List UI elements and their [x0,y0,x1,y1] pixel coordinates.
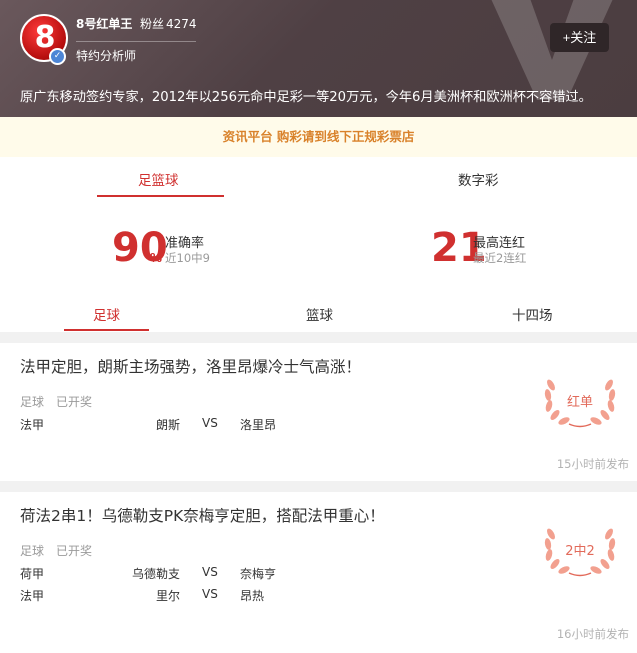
article-meta: 足球 已开奖 [20,542,104,559]
article-meta: 足球 已开奖 [20,393,104,410]
match-away: 洛里昂 [240,418,277,432]
expert-role: 特约分析师 [76,49,137,63]
article-title[interactable]: 荷法2串1！乌德勒支PK奈梅亨定胆，搭配法甲重心！ [20,504,385,526]
badge-text: 红单 [566,395,593,410]
subtab-football[interactable]: 足球 [93,304,120,324]
article-card[interactable]: 荷法2串1！乌德勒支PK奈梅亨定胆，搭配法甲重心！ 足球 已开奖 荷甲 乌德勒支 … [0,492,637,653]
match-league: 法甲 [20,418,45,432]
expert-name: 8号红单王 [76,17,133,31]
follow-button[interactable]: +关注 [550,23,609,52]
status-tag: 已开奖 [56,544,93,558]
active-tab-indicator [97,195,224,197]
sport-tag: 足球 [20,395,45,409]
status-tag: 已开奖 [56,395,93,409]
section-gap [0,481,637,492]
sport-tag: 足球 [20,544,45,558]
match-row: 法甲 朗斯 VS 洛里昂 [20,416,320,434]
verified-icon: ✓ [49,48,66,65]
publish-time: 15小时前发布 [556,457,629,471]
tab-digital-lottery[interactable]: 数字彩 [458,169,499,189]
divider [76,41,196,42]
match-row: 荷甲 乌德勒支 VS 奈梅亨 [20,565,320,583]
expert-intro: 原广东移动签约专家，2012年以256元命中足彩一等20万元，今年6月美洲杯和欧… [20,90,592,105]
tab-football-basketball[interactable]: 足篮球 [138,169,179,189]
match-home: 朗斯 [155,418,180,432]
accuracy-label: 准确率 [165,236,205,251]
match-home: 里尔 [155,589,180,603]
article-card[interactable]: 法甲定胆，朗斯主场强势，洛里昂爆冷士气高涨！ 足球 已开奖 法甲 朗斯 VS 洛里… [0,343,637,481]
fans-count: 粉丝 4274 [140,15,197,32]
accuracy-sub: 近10中9 [165,251,210,265]
result-badge: 红单 [541,377,619,429]
match-league: 荷甲 [20,567,45,581]
active-subtab-indicator [64,329,149,331]
fans-label: 粉丝 [140,17,165,31]
match-vs: VS [202,587,218,601]
primary-tabs: 足篮球 数字彩 [0,157,637,199]
notice-banner: 资讯平台 购彩请到线下正规彩票店 [0,117,637,157]
article-title[interactable]: 法甲定胆，朗斯主场强势，洛里昂爆冷士气高涨！ [20,355,361,377]
subtab-fourteen[interactable]: 十四场 [512,304,553,324]
streak-sub: 最近2连红 [473,251,527,265]
match-vs: VS [202,416,218,430]
match-row: 法甲 里尔 VS 昂热 [20,587,320,605]
match-league: 法甲 [20,589,45,603]
subtab-basketball[interactable]: 篮球 [306,304,333,324]
match-home: 乌德勒支 [131,567,180,581]
publish-time: 16小时前发布 [556,627,629,641]
match-away: 昂热 [240,589,265,603]
accuracy-unit: % [150,251,163,265]
fans-number: 4274 [166,17,197,31]
match-away: 奈梅亨 [240,567,277,581]
section-gap [0,332,637,343]
match-vs: VS [202,565,218,579]
streak-label: 最高连红 [473,236,526,251]
result-badge: 2中2 [541,526,619,578]
badge-text: 2中2 [565,544,595,559]
profile-header: 8 ✓ 8号红单王 粉丝 4274 特约分析师 +关注 原广东移动签约专家，201… [0,0,637,117]
